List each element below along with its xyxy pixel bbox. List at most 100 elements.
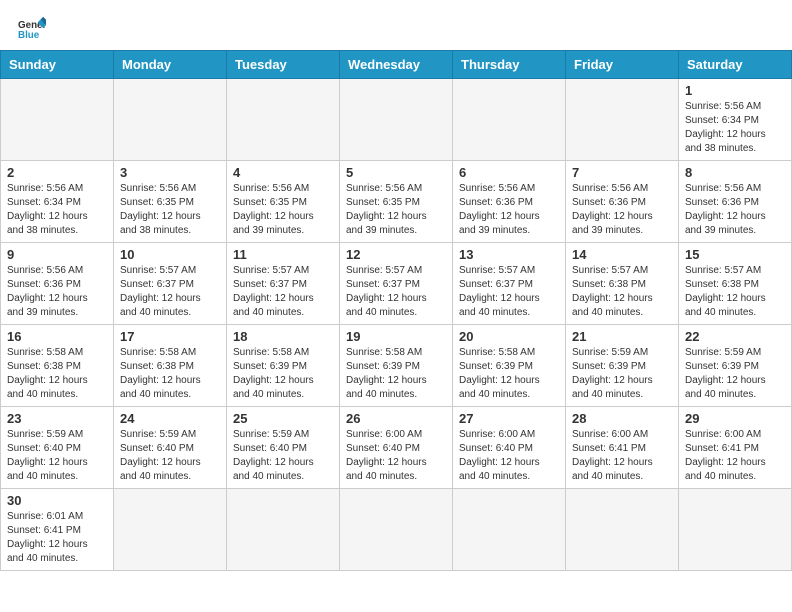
page-header: General Blue xyxy=(0,0,792,50)
day-info: Sunrise: 5:58 AMSunset: 6:39 PMDaylight:… xyxy=(346,346,446,402)
logo: General Blue xyxy=(18,14,50,42)
day-number: 19 xyxy=(346,329,446,344)
calendar-cell: 12Sunrise: 5:57 AMSunset: 6:37 PMDayligh… xyxy=(340,243,453,325)
day-info: Sunrise: 5:56 AMSunset: 6:34 PMDaylight:… xyxy=(685,100,785,156)
calendar-cell: 18 Sunrise: 5:58 AMSunset: 6:39 PMDayligh… xyxy=(227,325,340,407)
calendar-cell xyxy=(679,489,792,571)
day-number: 3 xyxy=(120,165,220,180)
calendar-cell: 1Sunrise: 5:56 AMSunset: 6:34 PMDaylight… xyxy=(679,79,792,161)
day-info: Sunrise: 5:58 AMSunset: 6:38 PMDaylight:… xyxy=(7,346,107,402)
day-info: Sunrise: 5:59 AMSunset: 6:39 PMDaylight:… xyxy=(685,346,785,402)
day-number: 6 xyxy=(459,165,559,180)
day-info: Sunrise: 5:57 AMSunset: 6:37 PMDaylight:… xyxy=(233,264,333,320)
day-info: Sunrise: 5:56 AMSunset: 6:35 PMDaylight:… xyxy=(233,182,333,238)
calendar-cell: 23 Sunrise: 5:59 AMSunset: 6:40 PMDayligh… xyxy=(1,407,114,489)
calendar-cell xyxy=(340,79,453,161)
day-info: Sunrise: 5:56 AMSunset: 6:35 PMDaylight:… xyxy=(346,182,446,238)
weekday-header-monday: Monday xyxy=(114,51,227,79)
day-info: Sunrise: 5:58 AMSunset: 6:38 PMDaylight:… xyxy=(120,346,220,402)
calendar-cell: 15 Sunrise: 5:57 AMSunset: 6:38 PMDayligh… xyxy=(679,243,792,325)
calendar-cell: 13Sunrise: 5:57 AMSunset: 6:37 PMDayligh… xyxy=(453,243,566,325)
calendar-cell: 29 Sunrise: 6:00 AMSunset: 6:41 PMDayligh… xyxy=(679,407,792,489)
weekday-header-saturday: Saturday xyxy=(679,51,792,79)
calendar-cell: 11 Sunrise: 5:57 AMSunset: 6:37 PMDayligh… xyxy=(227,243,340,325)
day-number: 23 xyxy=(7,411,107,426)
calendar-cell: 19 Sunrise: 5:58 AMSunset: 6:39 PMDayligh… xyxy=(340,325,453,407)
day-number: 15 xyxy=(685,247,785,262)
day-number: 20 xyxy=(459,329,559,344)
day-number: 14 xyxy=(572,247,672,262)
day-info: Sunrise: 5:59 AMSunset: 6:39 PMDaylight:… xyxy=(572,346,672,402)
day-info: Sunrise: 6:00 AMSunset: 6:41 PMDaylight:… xyxy=(572,428,672,484)
calendar-week-3: 16Sunrise: 5:58 AMSunset: 6:38 PMDayligh… xyxy=(1,325,792,407)
day-info: Sunrise: 5:57 AMSunset: 6:38 PMDaylight:… xyxy=(572,264,672,320)
calendar-cell: 27Sunrise: 6:00 AMSunset: 6:40 PMDayligh… xyxy=(453,407,566,489)
day-number: 2 xyxy=(7,165,107,180)
day-info: Sunrise: 5:59 AMSunset: 6:40 PMDaylight:… xyxy=(233,428,333,484)
day-info: Sunrise: 5:59 AMSunset: 6:40 PMDaylight:… xyxy=(7,428,107,484)
calendar-cell xyxy=(114,79,227,161)
day-info: Sunrise: 5:56 AMSunset: 6:36 PMDaylight:… xyxy=(7,264,107,320)
calendar-cell: 2 Sunrise: 5:56 AMSunset: 6:34 PMDaylight… xyxy=(1,161,114,243)
day-info: Sunrise: 5:56 AMSunset: 6:36 PMDaylight:… xyxy=(685,182,785,238)
calendar-cell: 7 Sunrise: 5:56 AMSunset: 6:36 PMDaylight… xyxy=(566,161,679,243)
calendar-week-2: 9Sunrise: 5:56 AMSunset: 6:36 PMDaylight… xyxy=(1,243,792,325)
day-info: Sunrise: 5:58 AMSunset: 6:39 PMDaylight:… xyxy=(233,346,333,402)
calendar-cell: 22 Sunrise: 5:59 AMSunset: 6:39 PMDayligh… xyxy=(679,325,792,407)
calendar-cell: 6 Sunrise: 5:56 AMSunset: 6:36 PMDaylight… xyxy=(453,161,566,243)
day-number: 21 xyxy=(572,329,672,344)
day-number: 25 xyxy=(233,411,333,426)
day-number: 28 xyxy=(572,411,672,426)
day-number: 27 xyxy=(459,411,559,426)
day-number: 7 xyxy=(572,165,672,180)
calendar-cell: 8 Sunrise: 5:56 AMSunset: 6:36 PMDaylight… xyxy=(679,161,792,243)
day-number: 24 xyxy=(120,411,220,426)
day-info: Sunrise: 6:00 AMSunset: 6:40 PMDaylight:… xyxy=(346,428,446,484)
day-number: 29 xyxy=(685,411,785,426)
day-info: Sunrise: 5:59 AMSunset: 6:40 PMDaylight:… xyxy=(120,428,220,484)
calendar-cell: 20 Sunrise: 5:58 AMSunset: 6:39 PMDayligh… xyxy=(453,325,566,407)
day-info: Sunrise: 5:57 AMSunset: 6:38 PMDaylight:… xyxy=(685,264,785,320)
calendar-cell: 16Sunrise: 5:58 AMSunset: 6:38 PMDayligh… xyxy=(1,325,114,407)
calendar-cell xyxy=(227,489,340,571)
day-info: Sunrise: 5:56 AMSunset: 6:35 PMDaylight:… xyxy=(120,182,220,238)
day-number: 22 xyxy=(685,329,785,344)
calendar-cell xyxy=(453,79,566,161)
day-number: 26 xyxy=(346,411,446,426)
calendar-cell: 30Sunrise: 6:01 AMSunset: 6:41 PMDayligh… xyxy=(1,489,114,571)
calendar-cell: 24 Sunrise: 5:59 AMSunset: 6:40 PMDayligh… xyxy=(114,407,227,489)
day-info: Sunrise: 5:57 AMSunset: 6:37 PMDaylight:… xyxy=(120,264,220,320)
day-info: Sunrise: 5:56 AMSunset: 6:36 PMDaylight:… xyxy=(572,182,672,238)
calendar-cell xyxy=(453,489,566,571)
day-info: Sunrise: 5:56 AMSunset: 6:34 PMDaylight:… xyxy=(7,182,107,238)
calendar-cell: 9Sunrise: 5:56 AMSunset: 6:36 PMDaylight… xyxy=(1,243,114,325)
logo-icon: General Blue xyxy=(18,14,46,42)
calendar-cell: 26 Sunrise: 6:00 AMSunset: 6:40 PMDayligh… xyxy=(340,407,453,489)
weekday-header-friday: Friday xyxy=(566,51,679,79)
calendar-cell: 5 Sunrise: 5:56 AMSunset: 6:35 PMDaylight… xyxy=(340,161,453,243)
calendar-cell xyxy=(114,489,227,571)
day-number: 17 xyxy=(120,329,220,344)
weekday-header-thursday: Thursday xyxy=(453,51,566,79)
svg-text:Blue: Blue xyxy=(18,30,40,41)
calendar-cell: 28 Sunrise: 6:00 AMSunset: 6:41 PMDayligh… xyxy=(566,407,679,489)
day-number: 30 xyxy=(7,493,107,508)
weekday-header-sunday: Sunday xyxy=(1,51,114,79)
calendar-cell xyxy=(566,79,679,161)
day-info: Sunrise: 6:00 AMSunset: 6:41 PMDaylight:… xyxy=(685,428,785,484)
day-info: Sunrise: 5:56 AMSunset: 6:36 PMDaylight:… xyxy=(459,182,559,238)
calendar-table: SundayMondayTuesdayWednesdayThursdayFrid… xyxy=(0,50,792,571)
day-number: 4 xyxy=(233,165,333,180)
day-number: 11 xyxy=(233,247,333,262)
day-info: Sunrise: 5:57 AMSunset: 6:37 PMDaylight:… xyxy=(459,264,559,320)
calendar-cell: 10Sunrise: 5:57 AMSunset: 6:37 PMDayligh… xyxy=(114,243,227,325)
day-number: 5 xyxy=(346,165,446,180)
day-number: 8 xyxy=(685,165,785,180)
day-number: 18 xyxy=(233,329,333,344)
calendar-week-5: 30Sunrise: 6:01 AMSunset: 6:41 PMDayligh… xyxy=(1,489,792,571)
calendar-cell: 21 Sunrise: 5:59 AMSunset: 6:39 PMDayligh… xyxy=(566,325,679,407)
calendar-week-4: 23 Sunrise: 5:59 AMSunset: 6:40 PMDayligh… xyxy=(1,407,792,489)
calendar-cell: 4 Sunrise: 5:56 AMSunset: 6:35 PMDaylight… xyxy=(227,161,340,243)
calendar-cell: 3 Sunrise: 5:56 AMSunset: 6:35 PMDaylight… xyxy=(114,161,227,243)
day-info: Sunrise: 5:58 AMSunset: 6:39 PMDaylight:… xyxy=(459,346,559,402)
